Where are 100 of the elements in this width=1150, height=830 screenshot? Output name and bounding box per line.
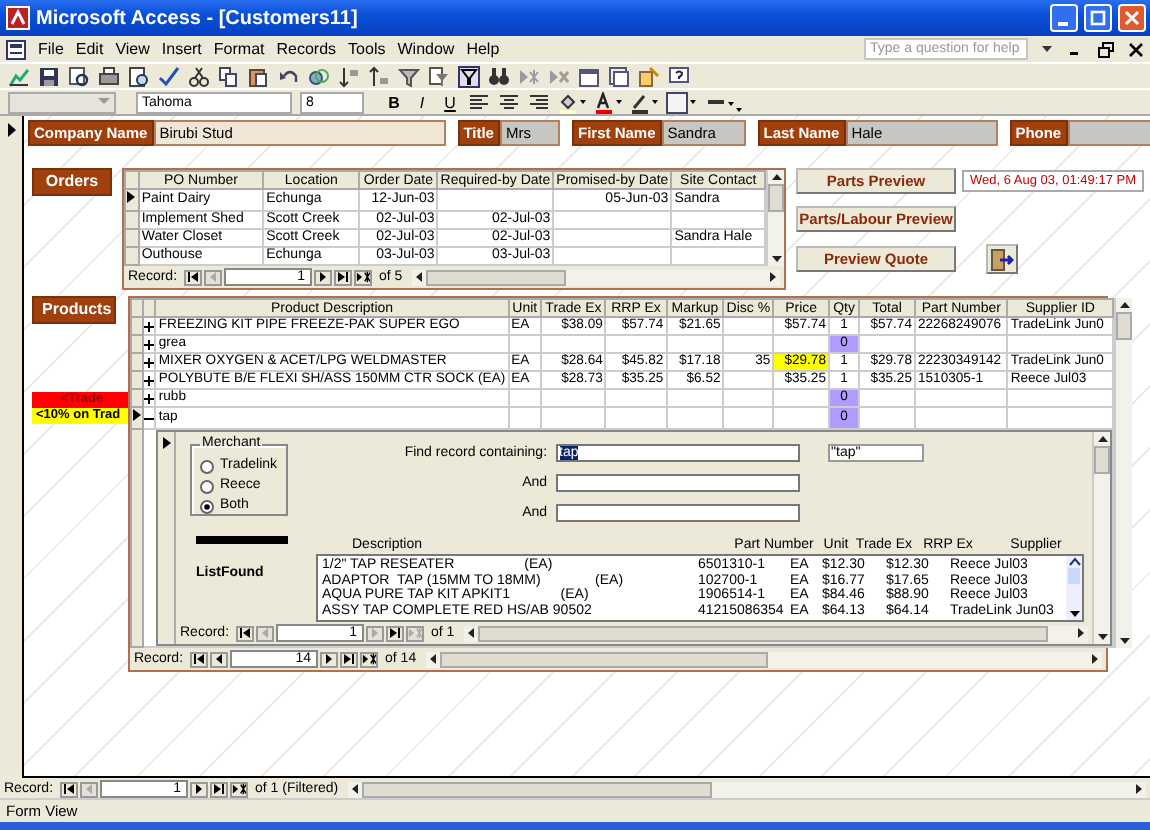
scroll-thumb[interactable] — [1116, 312, 1132, 340]
scroll-right-icon[interactable] — [766, 270, 780, 284]
new-record-button[interactable] — [353, 269, 372, 285]
last-record-button[interactable] — [209, 781, 228, 797]
minimize-button[interactable] — [1050, 4, 1078, 32]
text-field[interactable] — [1067, 120, 1150, 146]
scroll-left-icon[interactable] — [426, 652, 441, 666]
design-icon[interactable] — [8, 65, 30, 87]
search-field[interactable] — [555, 504, 800, 522]
menu-item[interactable]: View — [115, 40, 150, 58]
undo-icon[interactable] — [278, 65, 300, 87]
filter-form-icon[interactable] — [428, 65, 450, 87]
maximize-button[interactable] — [1084, 4, 1112, 32]
new-record-button[interactable] — [229, 781, 248, 797]
scrollbar[interactable] — [426, 651, 1102, 667]
expand-icon[interactable] — [144, 339, 155, 349]
expand-icon[interactable] — [144, 375, 155, 385]
preview-icon[interactable] — [128, 65, 150, 87]
scroll-down-icon[interactable] — [769, 252, 783, 266]
radio-button[interactable] — [200, 479, 214, 493]
help-icon[interactable] — [668, 65, 690, 87]
scroll-thumb[interactable] — [768, 184, 784, 212]
next-record-button[interactable] — [189, 781, 208, 797]
menu-item[interactable]: Window — [397, 40, 455, 58]
text-style-button[interactable]: I — [412, 93, 432, 111]
menu-item[interactable]: Format — [213, 40, 265, 58]
scroll-thumb[interactable] — [426, 270, 567, 286]
scroll-thumb[interactable] — [362, 782, 713, 798]
text-style-button[interactable]: U — [440, 93, 460, 111]
align-right-icon[interactable] — [528, 91, 550, 113]
copy-icon[interactable] — [218, 65, 240, 87]
scroll-thumb[interactable] — [1094, 446, 1110, 474]
scrollbar[interactable] — [766, 170, 784, 266]
expand-icon[interactable] — [144, 321, 155, 331]
menu-item[interactable]: Tools — [348, 40, 386, 58]
first-record-button[interactable] — [183, 269, 202, 285]
text-style-button[interactable]: B — [384, 93, 404, 111]
spelling-icon[interactable] — [158, 65, 180, 87]
scroll-thumb[interactable] — [478, 626, 1049, 642]
collapse-icon[interactable] — [144, 413, 155, 423]
filter-icon[interactable] — [398, 65, 420, 87]
restore-icon[interactable] — [1098, 41, 1114, 57]
scrollbar[interactable] — [1092, 432, 1110, 644]
align-left-icon[interactable] — [468, 91, 490, 113]
scrollbar[interactable] — [464, 625, 1088, 641]
next-record-button[interactable] — [313, 269, 332, 285]
align-center-icon[interactable] — [498, 91, 520, 113]
new-object-icon[interactable] — [638, 65, 660, 87]
search-icon[interactable] — [68, 65, 90, 87]
previous-record-button[interactable] — [209, 651, 228, 667]
scrollbar[interactable] — [1114, 298, 1132, 648]
last-record-button[interactable] — [333, 269, 352, 285]
last-record-button[interactable] — [339, 651, 358, 667]
fill-color-icon[interactable] — [558, 91, 586, 113]
menu-item[interactable]: Insert — [161, 40, 202, 58]
font-color-icon[interactable] — [594, 91, 622, 113]
first-record-button[interactable] — [59, 781, 78, 797]
paste-icon[interactable] — [248, 65, 270, 87]
scroll-left-icon[interactable] — [412, 270, 427, 284]
scrollbar[interactable] — [1066, 556, 1082, 620]
menu-item[interactable]: Records — [276, 40, 337, 58]
row-selector[interactable] — [131, 407, 143, 429]
scrollbar[interactable] — [412, 269, 780, 285]
row-selector[interactable] — [125, 189, 139, 211]
close-button[interactable] — [1118, 4, 1146, 32]
print-icon[interactable] — [98, 65, 120, 87]
save-icon[interactable] — [38, 65, 60, 87]
first-record-button[interactable] — [189, 651, 208, 667]
menu-item[interactable]: File — [38, 40, 64, 58]
binoculars-icon[interactable] — [488, 65, 510, 87]
menu-item[interactable]: Edit — [75, 40, 104, 58]
expand-icon[interactable] — [144, 393, 155, 403]
border-icon[interactable] — [666, 91, 698, 113]
right-triangle-icon — [315, 270, 330, 284]
database-icon[interactable] — [608, 65, 630, 87]
scroll-thumb[interactable] — [440, 652, 769, 668]
scroll-thumb[interactable] — [1068, 568, 1080, 584]
cut-icon[interactable] — [188, 65, 210, 87]
new-record-button[interactable] — [359, 651, 378, 667]
properties-icon[interactable] — [578, 65, 600, 87]
expand-icon[interactable] — [144, 357, 155, 367]
scroll-left-icon[interactable] — [464, 626, 479, 640]
radio-button[interactable] — [200, 459, 214, 473]
radio-button[interactable] — [200, 499, 214, 513]
menu-item[interactable]: Help — [466, 40, 500, 58]
link-icon[interactable] — [308, 65, 330, 87]
line-color-icon[interactable] — [630, 91, 658, 113]
scrollbar[interactable] — [348, 781, 1146, 797]
close-icon[interactable] — [1128, 41, 1144, 57]
search-field[interactable] — [555, 474, 800, 492]
scroll-right-icon[interactable] — [1132, 782, 1146, 796]
exit-button[interactable] — [986, 244, 1018, 274]
form-icon[interactable] — [6, 39, 26, 59]
last-record-button[interactable] — [385, 625, 404, 641]
dropdown-icon[interactable] — [1040, 42, 1054, 56]
funnel-icon[interactable] — [458, 65, 480, 87]
scroll-left-icon[interactable] — [348, 782, 363, 796]
first-record-button[interactable] — [235, 625, 254, 641]
next-record-button[interactable] — [319, 651, 338, 667]
scroll-up-icon[interactable] — [1067, 556, 1081, 568]
